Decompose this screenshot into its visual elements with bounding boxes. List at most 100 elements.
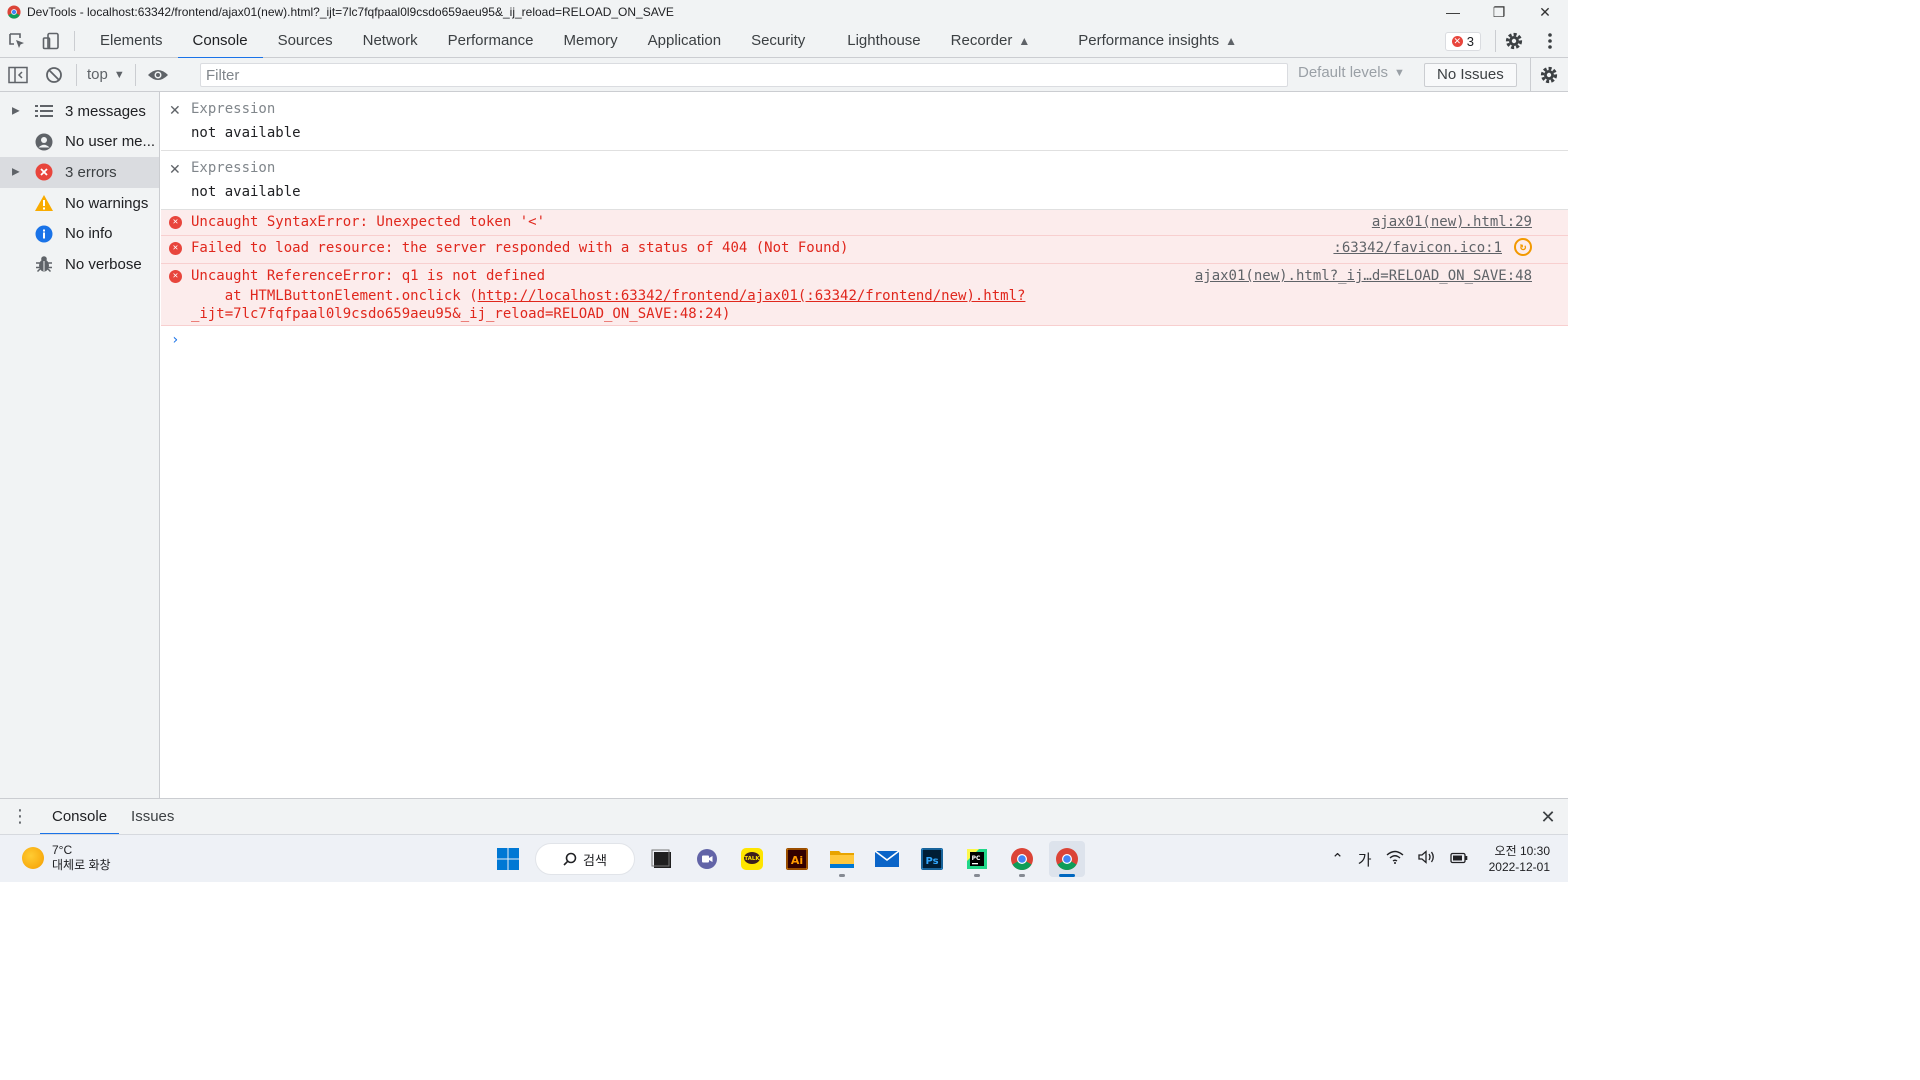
pycharm-icon: PC: [967, 849, 987, 869]
weather-temp: 7°C: [52, 843, 73, 857]
task-view-icon: [651, 849, 671, 868]
kakaotalk-icon: TALK: [741, 848, 763, 870]
teams-chat-app[interactable]: [689, 841, 725, 877]
remove-expression-close-icon[interactable]: ✕: [169, 161, 181, 178]
console-prompt[interactable]: ›: [171, 332, 179, 348]
illustrator-app[interactable]: Ai: [779, 841, 815, 877]
tab-lighthouse[interactable]: Lighthouse: [832, 24, 935, 58]
tab-sources[interactable]: Sources: [263, 24, 348, 58]
sidebar-item-warnings[interactable]: No warnings: [0, 188, 159, 219]
show-hidden-icons-chevron-up-icon[interactable]: ⌃: [1331, 850, 1344, 868]
app-active-indicator: [1059, 874, 1075, 877]
battery-icon[interactable]: [1449, 851, 1468, 868]
chrome-devtools-app[interactable]: [1049, 841, 1085, 877]
drawer-tab-issues[interactable]: Issues: [119, 799, 186, 835]
warning-icon: [34, 193, 54, 213]
sidebar-item-errors[interactable]: ▶ 3 errors: [0, 157, 159, 188]
error-icon: ✕: [1451, 35, 1463, 47]
tab-performance[interactable]: Performance: [433, 24, 549, 58]
app-running-indicator: [974, 874, 980, 877]
issues-button[interactable]: No Issues: [1424, 63, 1517, 87]
pycharm-app[interactable]: PC: [959, 841, 995, 877]
tab-recorder[interactable]: Recorder ▲: [936, 24, 1046, 58]
clear-console-button[interactable]: [36, 58, 72, 92]
bottom-drawer: ⋮ Console Issues ✕: [0, 798, 1568, 835]
log-levels-dropdown[interactable]: Default levels ▼: [1298, 64, 1405, 81]
clock-time: 오전 10:30: [1494, 844, 1550, 858]
filter-input[interactable]: Filter: [200, 63, 1288, 87]
source-link[interactable]: ajax01(new).html?_ij…d=RELOAD_ON_SAVE:48: [1195, 268, 1532, 284]
svg-text:Ps: Ps: [925, 856, 938, 867]
svg-text:TALK: TALK: [744, 856, 760, 862]
tab-console[interactable]: Console: [177, 24, 263, 59]
search-icon: [563, 852, 577, 866]
experiment-flask-icon: ▲: [1225, 33, 1238, 48]
inspect-cursor-icon: [9, 32, 24, 48]
live-expression-button[interactable]: [140, 58, 176, 92]
task-view-button[interactable]: [644, 841, 680, 877]
close-window-button[interactable]: ✕: [1522, 0, 1568, 24]
source-link[interactable]: ajax01(new).html:29: [1372, 214, 1532, 230]
stack-trace-link[interactable]: http://localhost:63342/frontend/ajax01(:…: [478, 288, 1026, 304]
tab-memory[interactable]: Memory: [549, 24, 633, 58]
context-selector[interactable]: top ▼: [76, 63, 136, 86]
expression-label[interactable]: Expression: [191, 160, 275, 176]
start-button[interactable]: [490, 841, 526, 877]
windows-logo-icon: [497, 848, 519, 870]
issue-link-icon[interactable]: ↻: [1514, 238, 1532, 256]
kakaotalk-app[interactable]: TALK: [734, 841, 770, 877]
sun-icon: [22, 847, 44, 869]
toggle-sidebar-button[interactable]: [0, 58, 36, 92]
remove-expression-close-icon[interactable]: ✕: [169, 102, 181, 119]
settings-button[interactable]: [1496, 24, 1532, 58]
tab-security[interactable]: Security: [736, 24, 820, 58]
expression-label[interactable]: Expression: [191, 101, 275, 117]
mail-app[interactable]: [869, 841, 905, 877]
ime-indicator[interactable]: 가: [1358, 849, 1372, 870]
console-error-message: ✕ Uncaught SyntaxError: Unexpected token…: [161, 210, 1568, 236]
error-text: Uncaught ReferenceError: q1 is not defin…: [191, 268, 546, 284]
tab-application[interactable]: Application: [633, 24, 736, 58]
error-icon: ✕: [169, 216, 182, 229]
error-count-badge[interactable]: ✕ 3: [1444, 31, 1481, 51]
file-explorer-app[interactable]: [824, 841, 860, 877]
console-sidebar: ▶ 3 messages No user me... ▶ 3 errors No…: [0, 92, 160, 798]
bug-icon: [34, 254, 54, 274]
drawer-menu-dots-icon[interactable]: ⋮: [0, 799, 40, 835]
console-settings-button[interactable]: [1530, 58, 1566, 92]
close-drawer-button[interactable]: ✕: [1536, 805, 1560, 829]
weather-widget[interactable]: 7°C 대체로 화창: [22, 843, 111, 873]
chrome-app[interactable]: [1004, 841, 1040, 877]
chrome-logo-icon: [7, 5, 21, 19]
photoshop-app[interactable]: Ps: [914, 841, 950, 877]
console-error-message: ✕ Uncaught ReferenceError: q1 is not def…: [161, 264, 1568, 326]
tab-performance-insights[interactable]: Performance insights ▲: [1063, 24, 1252, 58]
console-toolbar: top ▼ Filter Default levels ▼ No Issues: [0, 58, 1568, 92]
wifi-icon[interactable]: [1386, 850, 1404, 868]
gear-icon: [1540, 66, 1557, 84]
tab-network[interactable]: Network: [348, 24, 433, 58]
volume-icon[interactable]: [1417, 850, 1436, 868]
clock[interactable]: 오전 10:30 2022-12-01: [1489, 843, 1550, 875]
sidebar-item-user-messages[interactable]: No user me...: [0, 127, 159, 158]
inspect-element-button[interactable]: [0, 24, 34, 58]
sidebar-item-messages[interactable]: ▶ 3 messages: [0, 96, 159, 127]
minimize-button[interactable]: —: [1430, 0, 1476, 24]
error-text: Uncaught SyntaxError: Unexpected token '…: [191, 214, 546, 230]
sidebar-item-info[interactable]: No info: [0, 218, 159, 249]
live-expression: ✕ Expression not available: [161, 92, 1568, 151]
more-options-button[interactable]: [1532, 24, 1568, 58]
error-icon: ✕: [169, 270, 182, 283]
sidebar-item-verbose[interactable]: No verbose: [0, 249, 159, 280]
drawer-tab-console[interactable]: Console: [40, 799, 120, 835]
device-toolbar-button[interactable]: [34, 24, 68, 58]
taskbar-search[interactable]: 검색: [535, 843, 635, 875]
restore-button[interactable]: ❐: [1476, 0, 1522, 24]
block-icon: [46, 66, 62, 83]
source-link[interactable]: :63342/favicon.ico:1: [1333, 240, 1502, 256]
chat-icon: [697, 849, 717, 869]
live-expression: ✕ Expression not available: [161, 151, 1568, 210]
tab-elements[interactable]: Elements: [85, 24, 178, 58]
caret-down-icon: ▼: [113, 68, 125, 81]
window-title: DevTools - localhost:63342/frontend/ajax…: [27, 5, 674, 19]
